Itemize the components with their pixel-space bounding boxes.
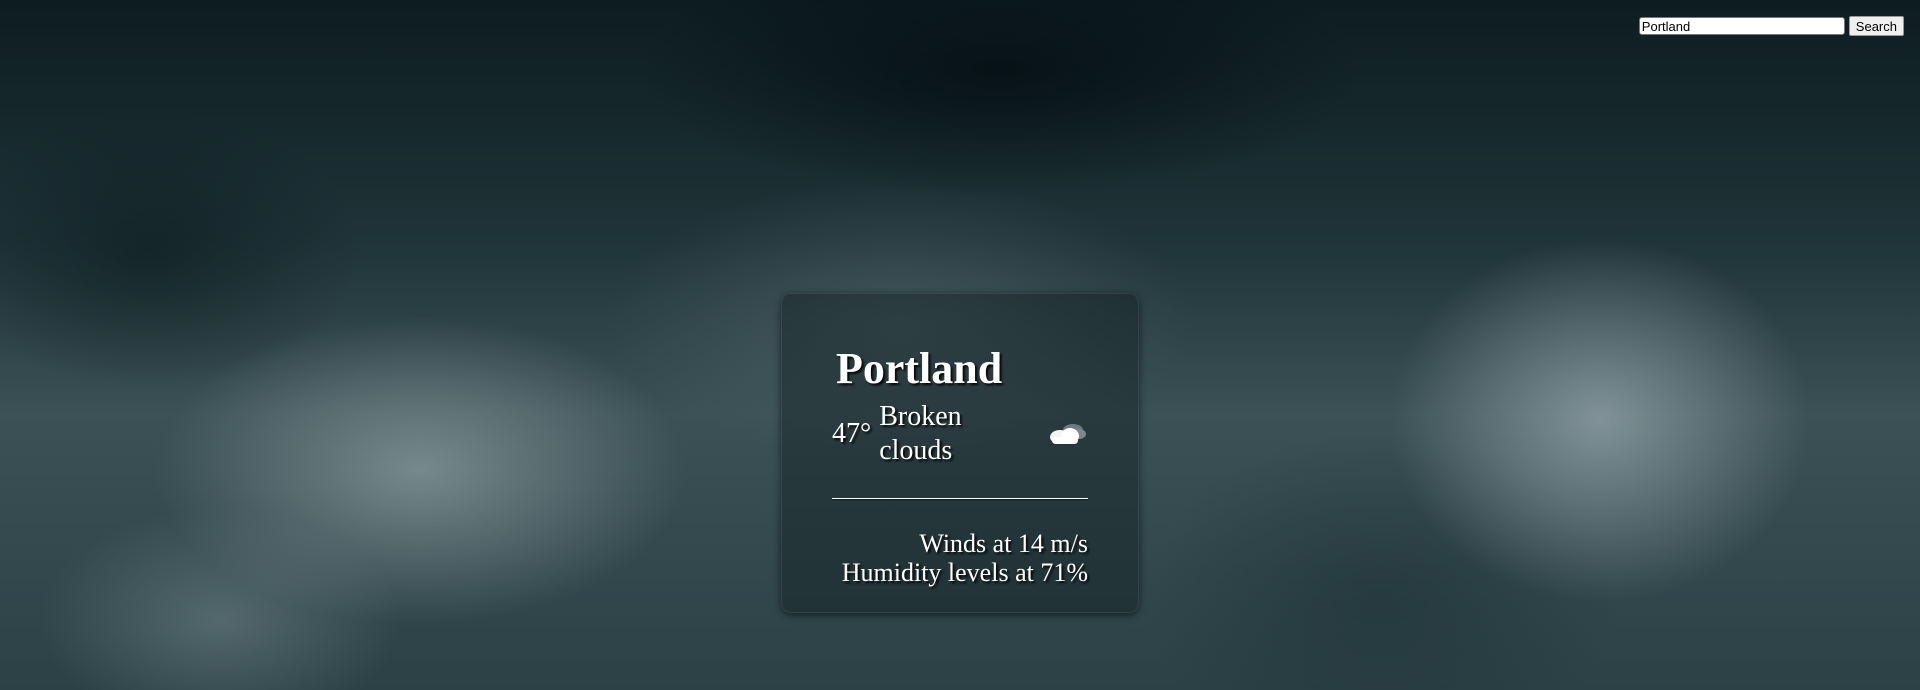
weather-card: Portland 47° Broken clouds Winds at 14 m… — [781, 293, 1139, 613]
wind-speed: Winds at 14 m/s — [919, 529, 1088, 558]
humidity: Humidity levels at 71% — [841, 558, 1088, 587]
search-input[interactable] — [1638, 17, 1845, 35]
search-button[interactable]: Search — [1848, 16, 1904, 36]
divider — [832, 498, 1088, 499]
cloud-sun-icon — [1046, 421, 1088, 447]
search-bar: Search — [1638, 16, 1904, 36]
current-conditions: 47° Broken clouds — [832, 400, 1088, 468]
temperature: 47° — [832, 418, 872, 449]
condition-text: Broken clouds — [879, 401, 962, 466]
city-name: Portland — [836, 344, 1003, 393]
weather-details: Winds at 14 m/s Humidity levels at 71% — [832, 529, 1088, 587]
